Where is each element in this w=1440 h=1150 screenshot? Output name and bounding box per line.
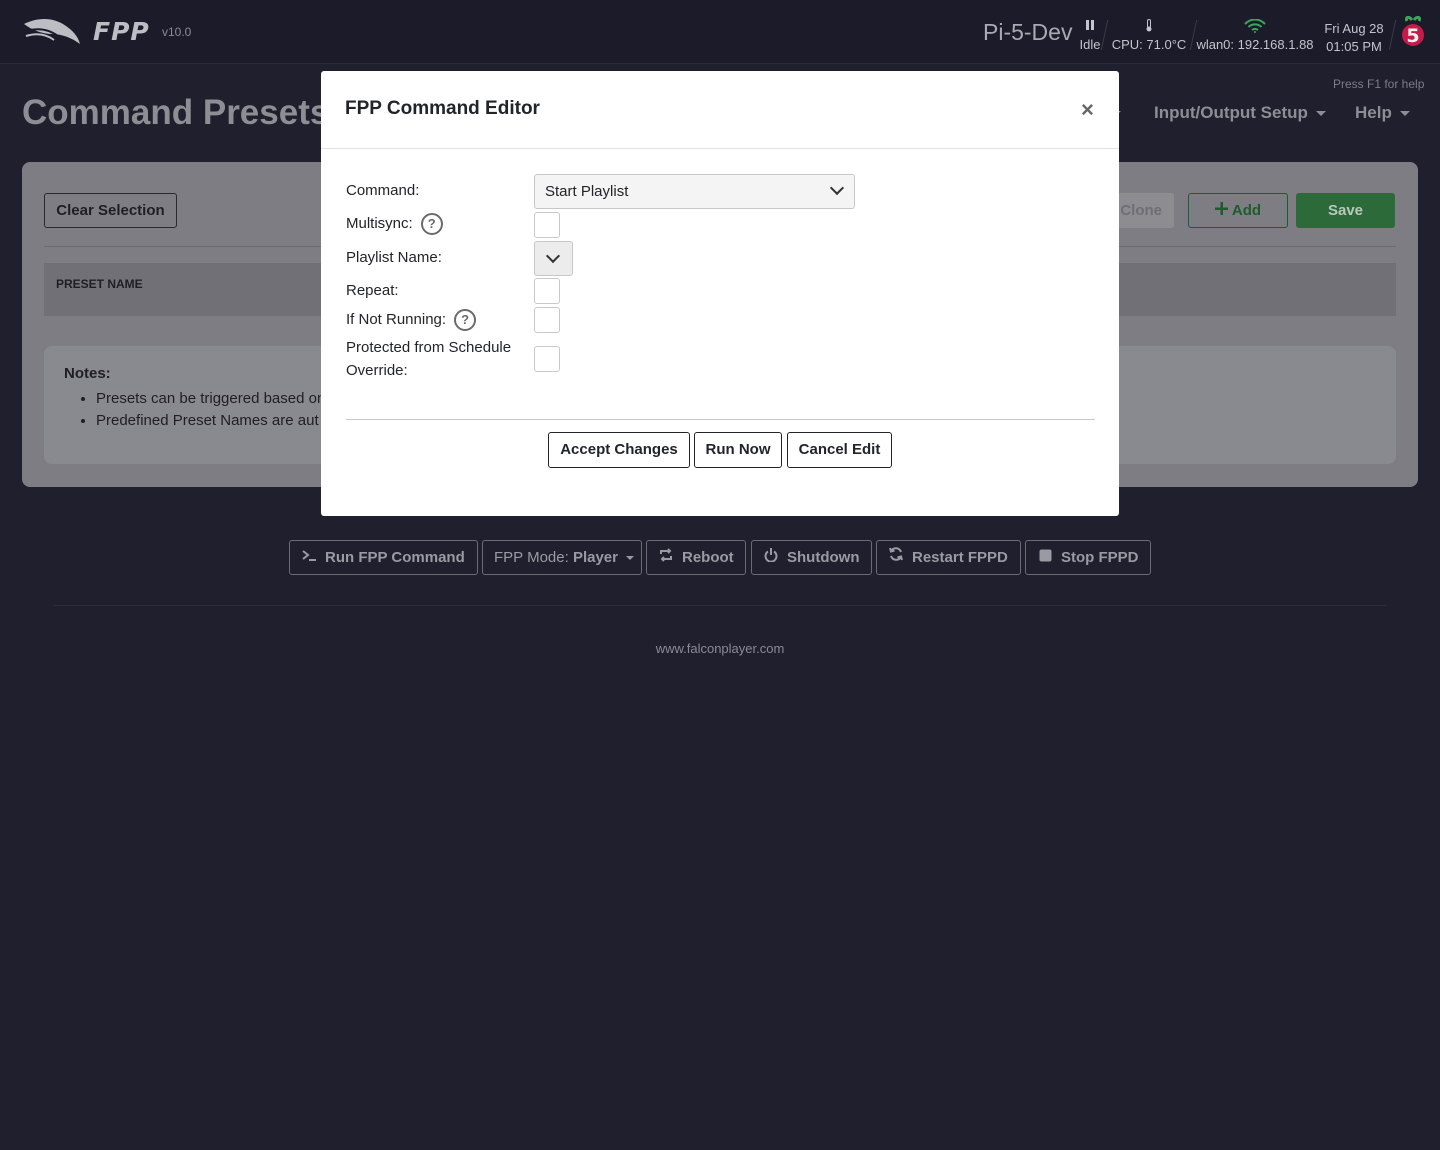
version-label: v10.0 (162, 25, 192, 39)
nav-help[interactable]: Help (1355, 103, 1410, 123)
nav-label: Help (1355, 103, 1392, 122)
if-not-running-checkbox[interactable] (534, 307, 560, 333)
clear-selection-button[interactable]: Clear Selection (44, 193, 177, 228)
button-label: Restart FPPD (912, 549, 1008, 566)
add-button[interactable]: Add (1188, 193, 1288, 228)
hostname: Pi-5-Dev (983, 19, 1073, 45)
command-value: Start Playlist (545, 183, 629, 200)
protected-override-checkbox[interactable] (534, 346, 560, 372)
nav-input-output-setup[interactable]: Input/Output Setup (1154, 103, 1326, 123)
cpu-temp-status[interactable]: CPU: 71.0°C (1110, 19, 1188, 52)
board-number: 5 (1406, 25, 1419, 47)
multisync-checkbox[interactable] (534, 212, 560, 238)
playlist-name-select[interactable] (534, 241, 573, 276)
button-label: Run FPP Command (325, 549, 465, 566)
brand-name[interactable]: FPP (93, 17, 150, 46)
mode-prefix: FPP Mode: (494, 549, 569, 566)
button-label: Reboot (682, 549, 734, 566)
restart-icon (888, 541, 904, 574)
add-label: Add (1231, 202, 1262, 219)
close-icon[interactable]: × (1081, 97, 1094, 123)
label-line: Protected from Schedule (346, 339, 512, 356)
button-label: Stop FPPD (1061, 549, 1139, 566)
list-item: Predefined Preset Names are aut (96, 410, 325, 432)
accept-changes-button[interactable]: Accept Changes (548, 432, 690, 468)
pause-icon (1078, 19, 1102, 37)
protected-override-label: Protected from Schedule Override: (346, 336, 511, 382)
mode-value: Player (572, 549, 618, 566)
button-label: Shutdown (787, 549, 860, 566)
label-line: Override: (346, 362, 408, 379)
header-divider (1388, 20, 1397, 50)
network-address: wlan0: 192.168.1.88 (1196, 37, 1314, 52)
shutdown-button[interactable]: Shutdown (751, 540, 872, 575)
power-icon (763, 541, 779, 574)
date-time: Fri Aug 28 01:05 PM (1320, 20, 1388, 56)
help-icon[interactable]: ? (454, 309, 477, 332)
divider (346, 419, 1095, 420)
date-label: Fri Aug 28 (1324, 21, 1384, 36)
nav-label: Input/Output Setup (1154, 103, 1308, 122)
caret-down-icon (625, 556, 634, 561)
list-item: Presets can be triggered based on (96, 388, 325, 410)
help-hint: Press F1 for help (1333, 77, 1425, 91)
repeat-label: Repeat: (346, 282, 399, 299)
website-link[interactable]: www.falconplayer.com (0, 641, 1440, 656)
caret-down-icon (1315, 111, 1326, 117)
chevron-down-icon (545, 248, 561, 264)
help-icon[interactable]: ? (420, 213, 443, 236)
page-title: Command Presets (22, 93, 330, 132)
fpp-mode-dropdown[interactable]: FPP Mode: Player (482, 540, 642, 575)
stop-fppd-button[interactable]: Stop FPPD (1025, 540, 1151, 575)
footer-divider (53, 605, 1387, 606)
terminal-icon (301, 541, 317, 574)
network-status[interactable]: wlan0: 192.168.1.88 (1196, 18, 1314, 52)
raspberry-pi-icon[interactable]: 5 (1399, 15, 1427, 49)
reboot-icon (658, 541, 674, 574)
wifi-icon (1196, 18, 1314, 37)
clone-button[interactable]: Clone (1110, 193, 1174, 228)
reboot-button[interactable]: Reboot (646, 540, 746, 575)
cancel-edit-button[interactable]: Cancel Edit (787, 432, 892, 468)
top-header: FPP v10.0 Pi-5-Dev Idle CPU: 71.0°C wlan… (0, 0, 1440, 64)
save-button[interactable]: Save (1296, 193, 1395, 228)
caret-down-icon (1399, 111, 1410, 117)
stop-icon (1037, 541, 1053, 574)
playlist-name-label: Playlist Name: (346, 249, 442, 266)
if-not-running-label: If Not Running: (346, 311, 447, 328)
multisync-field: Multisync:? (346, 212, 443, 236)
falcon-logo-icon[interactable] (22, 16, 82, 46)
chevron-down-icon (829, 180, 845, 196)
cpu-temp: CPU: 71.0°C (1111, 37, 1187, 52)
command-editor-modal: FPP Command Editor × Command: Start Play… (321, 71, 1119, 516)
column-header-preset-name: PRESET NAME (56, 277, 143, 291)
modal-title: FPP Command Editor (345, 98, 540, 119)
run-now-button[interactable]: Run Now (694, 432, 782, 468)
run-fpp-command-button[interactable]: Run FPP Command (289, 540, 478, 575)
thermometer-icon (1110, 19, 1188, 37)
command-select[interactable]: Start Playlist (534, 174, 855, 209)
player-status[interactable]: Idle (1078, 19, 1102, 52)
restart-fppd-button[interactable]: Restart FPPD (876, 540, 1021, 575)
multisync-label: Multisync: (346, 215, 413, 232)
if-not-running-field: If Not Running:? (346, 308, 477, 332)
time-label: 01:05 PM (1326, 39, 1382, 54)
status-label: Idle (1079, 37, 1101, 52)
divider (321, 148, 1119, 149)
plus-icon (1214, 194, 1228, 227)
command-label: Command: (346, 182, 420, 199)
repeat-checkbox[interactable] (534, 278, 560, 304)
notes-title: Notes: (64, 365, 111, 382)
notes-list: Presets can be triggered based on Predef… (96, 388, 325, 432)
